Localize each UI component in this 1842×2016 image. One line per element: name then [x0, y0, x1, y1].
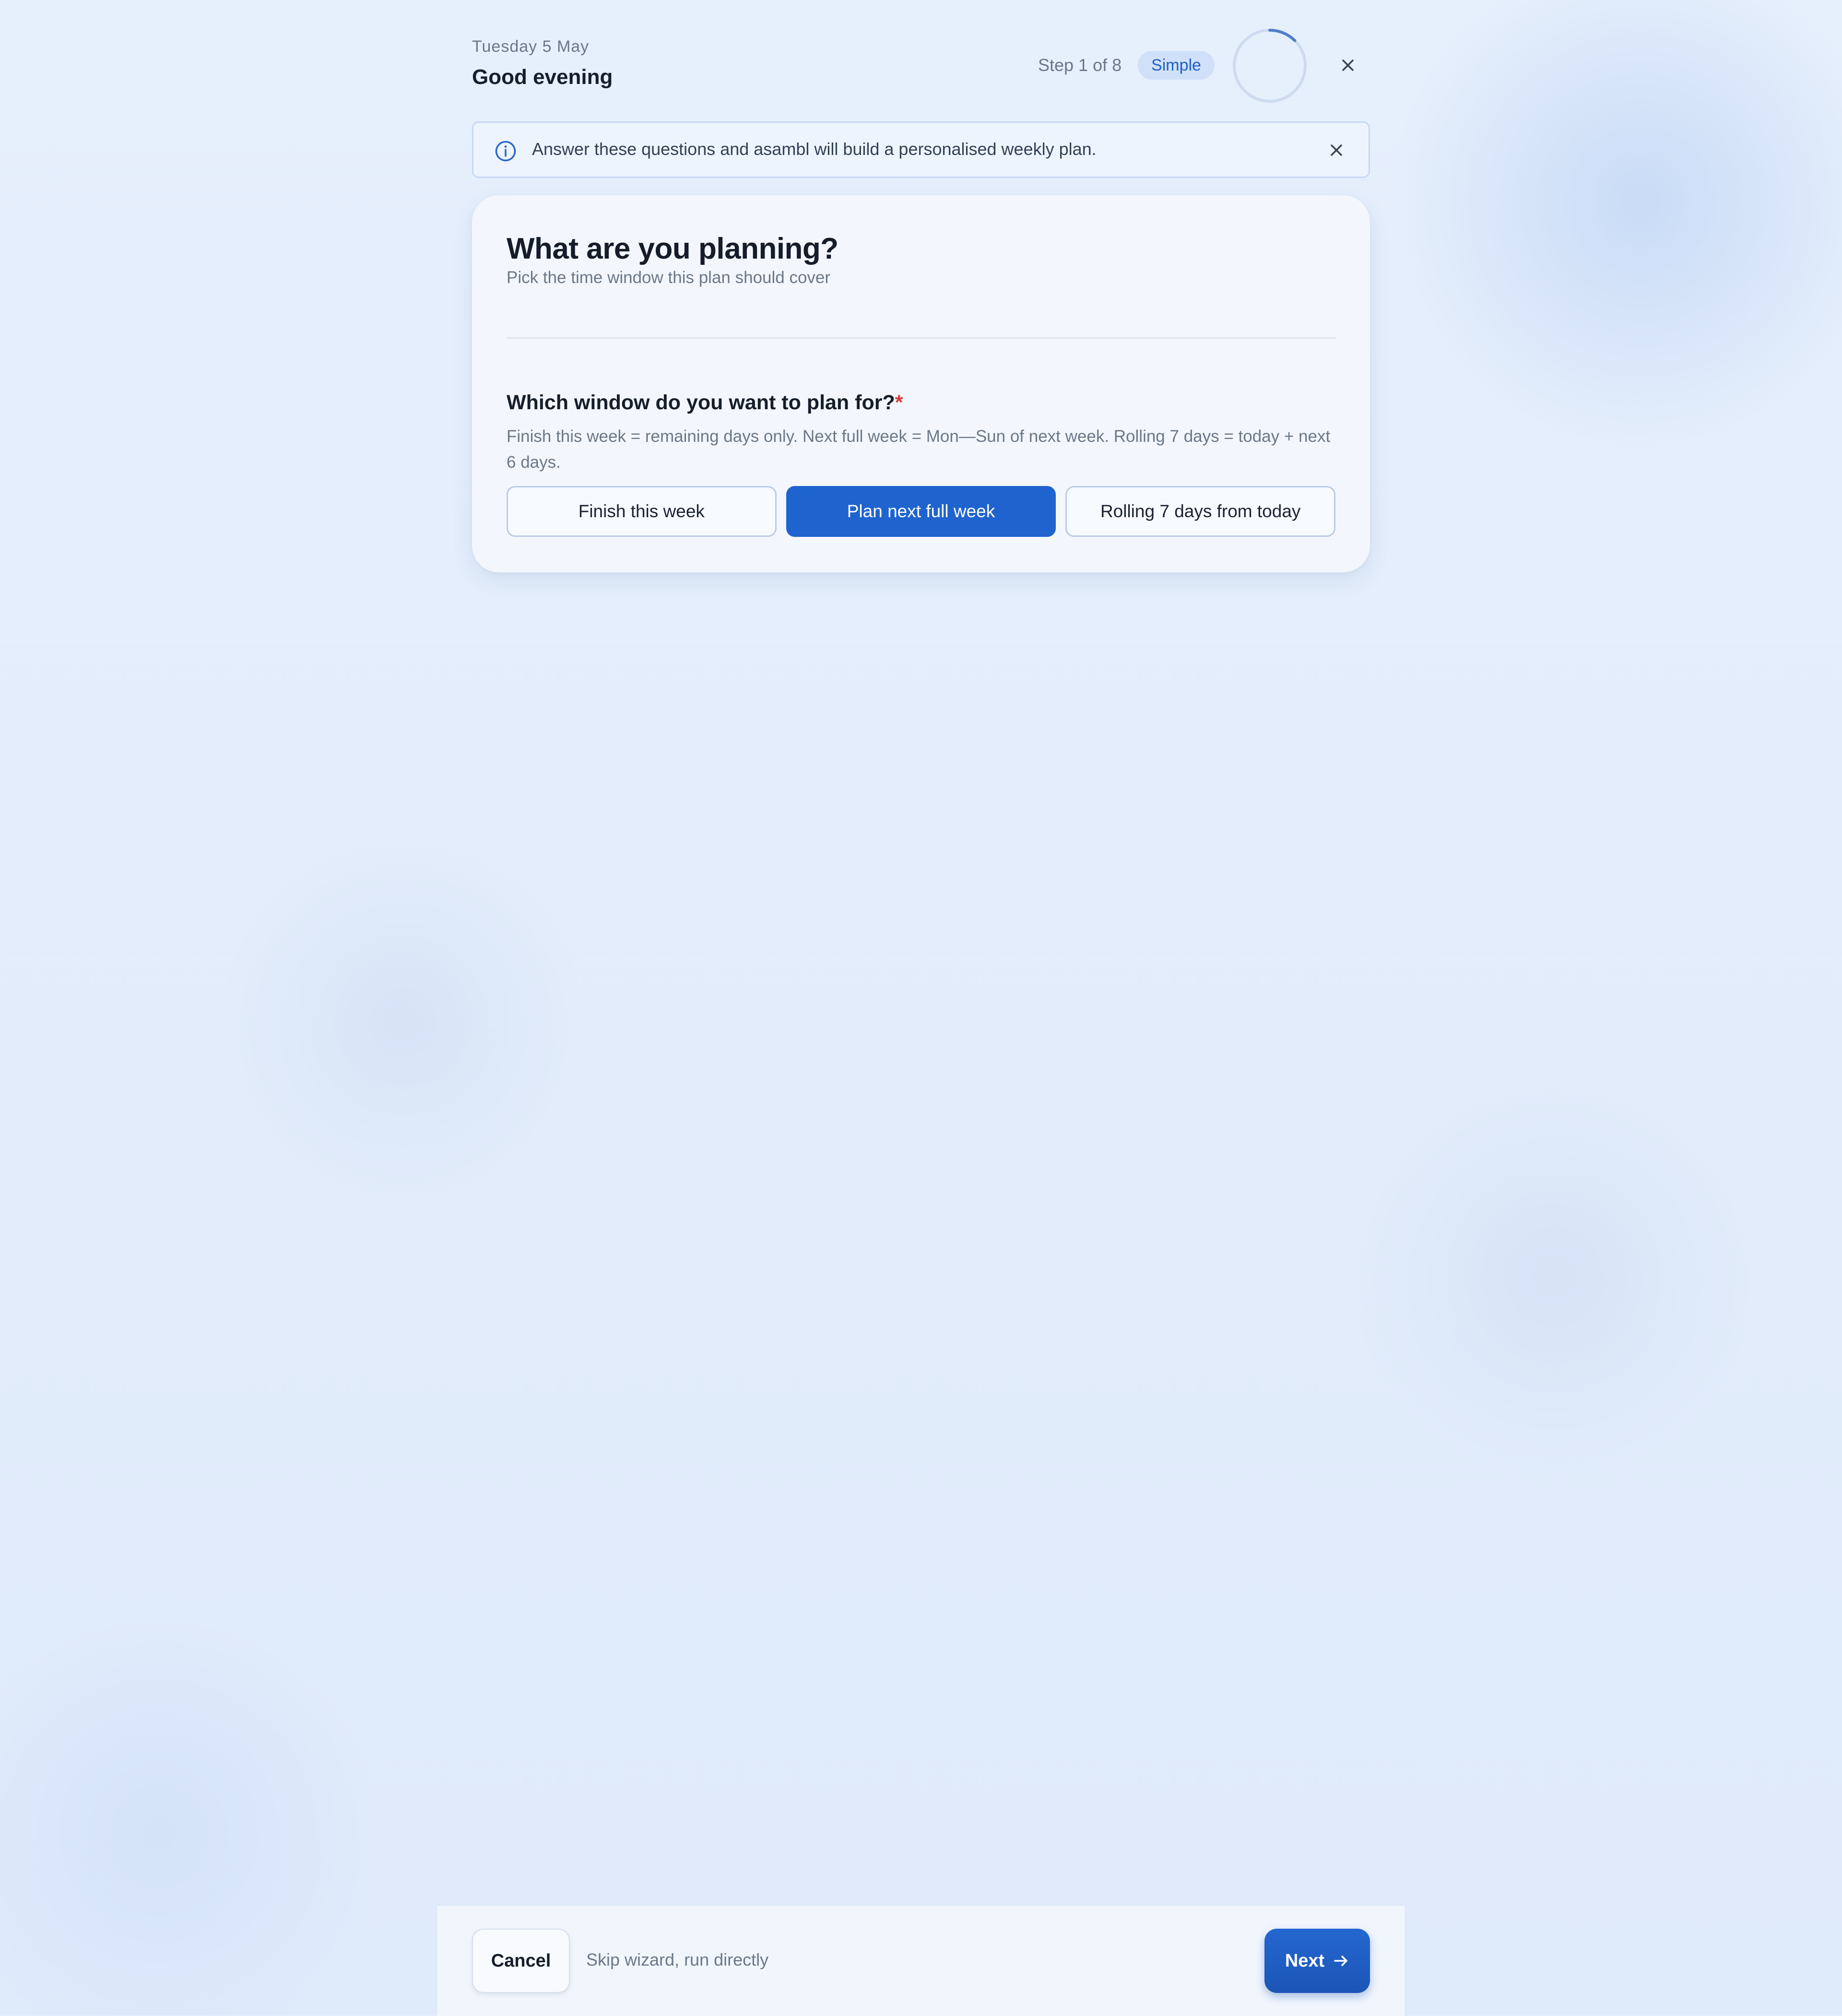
- window-options: Finish this week Plan next full week Rol…: [507, 486, 1336, 537]
- option-rolling-7-days[interactable]: Rolling 7 days from today: [1065, 486, 1336, 537]
- card-title: What are you planning?: [507, 232, 838, 265]
- next-button[interactable]: Next: [1264, 1929, 1370, 1993]
- question-label-text: Which window do you want to plan for?: [507, 391, 895, 414]
- close-icon: [1342, 59, 1354, 71]
- info-banner-text: Answer these questions and asambl will b…: [532, 139, 1097, 159]
- required-marker: *: [895, 391, 903, 414]
- progress-ring: [1233, 29, 1307, 103]
- skip-wizard-link[interactable]: Skip wizard, run directly: [586, 1950, 768, 1970]
- close-icon: [1331, 144, 1342, 156]
- mode-badge: Simple: [1138, 51, 1215, 80]
- greeting-title: Good evening: [472, 65, 613, 89]
- next-button-label: Next: [1285, 1950, 1325, 1971]
- info-icon: [495, 141, 516, 162]
- close-wizard-button[interactable]: [1336, 54, 1359, 77]
- cancel-button[interactable]: Cancel: [472, 1929, 570, 1993]
- step-indicator: Step 1 of 8: [1038, 55, 1122, 75]
- wizard-header: Tuesday 5 May Good evening Step 1 of 8 S…: [472, 0, 1370, 115]
- option-plan-next-full-week[interactable]: Plan next full week: [786, 486, 1056, 537]
- question-help-text: Finish this week = remaining days only. …: [507, 427, 1331, 472]
- dismiss-banner-button[interactable]: [1325, 139, 1347, 161]
- arrow-right-icon: [1334, 1956, 1347, 1966]
- wizard-footer: Cancel Skip wizard, run directly Next: [437, 1905, 1405, 2016]
- question-card: What are you planning? Pick the time win…: [472, 195, 1370, 572]
- divider: [507, 337, 1335, 339]
- option-finish-this-week[interactable]: Finish this week: [507, 486, 777, 537]
- card-subtitle: Pick the time window this plan should co…: [507, 268, 831, 287]
- info-banner: Answer these questions and asambl will b…: [472, 121, 1370, 178]
- question-label: Which window do you want to plan for?*: [507, 391, 903, 415]
- date-label: Tuesday 5 May: [472, 37, 590, 56]
